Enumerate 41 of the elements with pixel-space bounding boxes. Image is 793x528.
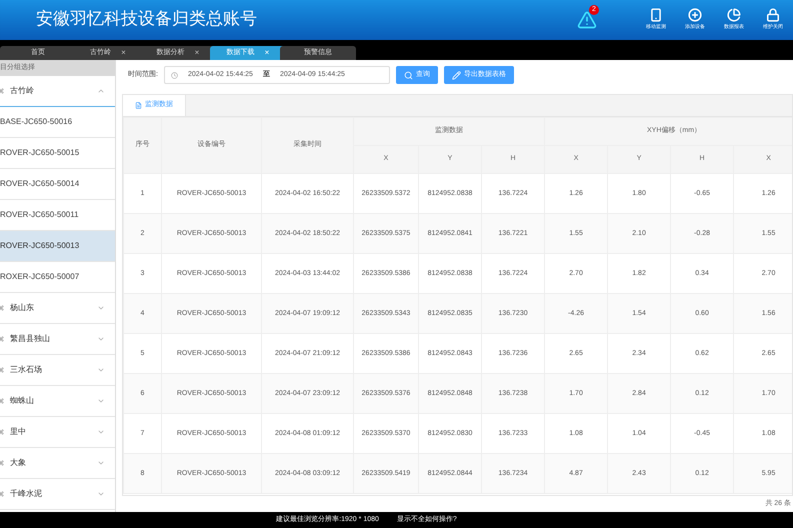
- group-label: 繁昌县独山: [10, 333, 50, 345]
- group-label: 千峰水泥: [10, 488, 42, 500]
- group-label: 里中: [10, 426, 26, 438]
- group-label: 蜘蛛山: [10, 395, 34, 407]
- plus-circle-icon: [688, 8, 702, 22]
- device-item[interactable]: ROXER-JC650-50007: [0, 262, 115, 293]
- pie-chart-icon: [727, 8, 741, 22]
- device-item[interactable]: ROVER-JC650-50013: [0, 231, 115, 262]
- group-label: 杨山东: [10, 302, 34, 314]
- sidebar-group[interactable]: 三水石场: [0, 355, 115, 386]
- document-icon: [135, 102, 142, 109]
- lock-icon: [766, 8, 780, 22]
- device-item[interactable]: BASE-JC650-50016: [0, 107, 115, 138]
- chevron-down-icon: [97, 397, 105, 405]
- close-icon[interactable]: ×: [194, 47, 200, 59]
- sidebar-group[interactable]: 杨山东: [0, 293, 115, 324]
- device-item[interactable]: ROVER-JC650-50014: [0, 169, 115, 200]
- group-label: 古竹岭: [10, 85, 34, 97]
- sidebar-group[interactable]: 千峰水泥: [0, 479, 115, 510]
- chevron-down-icon: [97, 335, 105, 343]
- chevron-down-icon: [97, 490, 105, 498]
- sidebar-group[interactable]: 蜘蛛山: [0, 386, 115, 417]
- close-icon[interactable]: ×: [121, 47, 126, 59]
- chevron-up-icon: [97, 87, 105, 95]
- chevron-down-icon: [97, 428, 105, 436]
- sidebar-group[interactable]: 大象: [0, 448, 115, 479]
- chevron-down-icon: [97, 304, 105, 312]
- pencil-icon: [452, 70, 461, 80]
- group-label: 大象: [10, 457, 26, 469]
- device-item[interactable]: ROVER-JC650-50015: [0, 138, 115, 169]
- app-title: 安徽羽忆科技设备归类总账号: [36, 8, 257, 32]
- sidebar-group[interactable]: 古竹岭: [0, 76, 115, 107]
- phone-icon: [649, 8, 663, 22]
- search-icon: [404, 70, 413, 80]
- sidebar-group[interactable]: 繁昌县独山: [0, 324, 115, 355]
- group-label: 三水石场: [10, 364, 42, 376]
- clock-icon: [170, 72, 178, 78]
- sidebar-group[interactable]: 里中: [0, 417, 115, 448]
- chevron-down-icon: [97, 366, 105, 374]
- warning-icon[interactable]: [577, 10, 597, 30]
- chevron-down-icon: [97, 459, 105, 467]
